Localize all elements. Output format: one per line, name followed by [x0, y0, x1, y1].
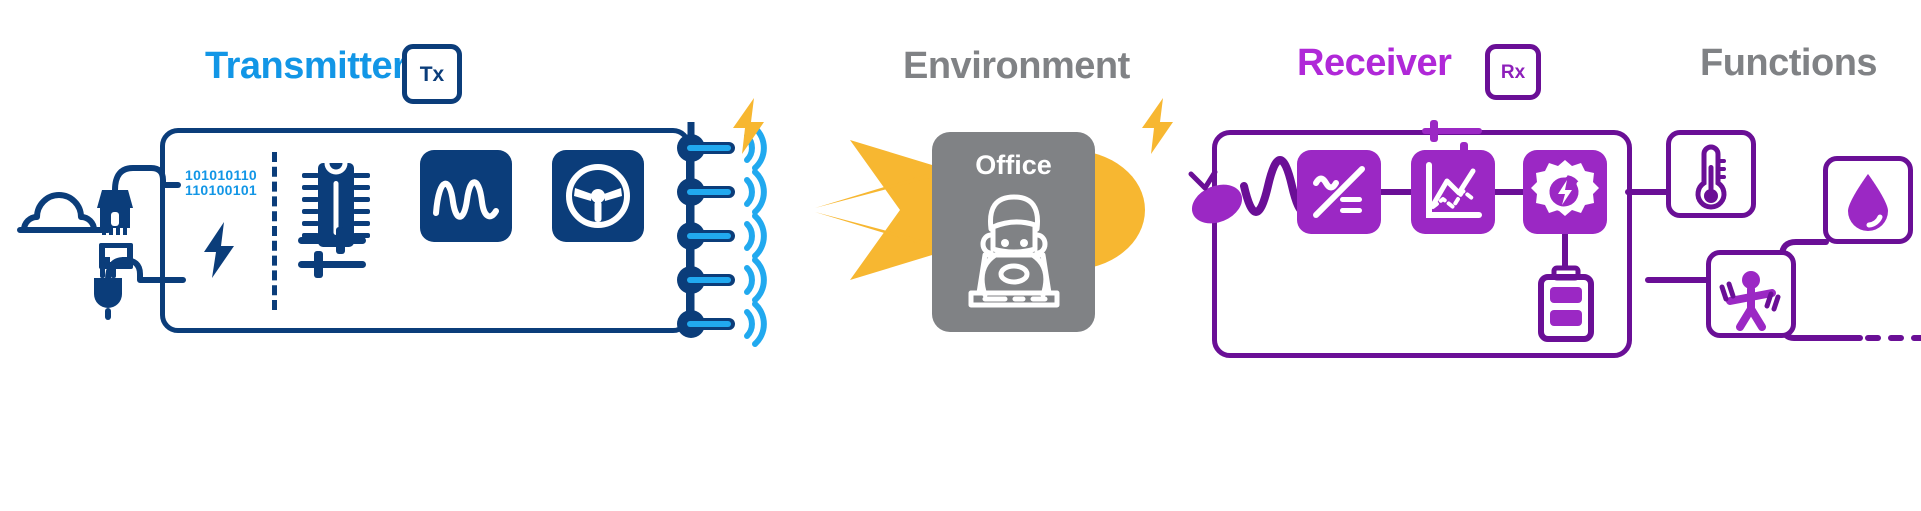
rx-badge-label: Rx — [1500, 61, 1526, 83]
steering-wheel-icon — [566, 164, 630, 228]
line-chart-icon — [1426, 162, 1482, 218]
gear-to-battery-link — [1562, 234, 1568, 268]
ac-dc-converter-icon — [1313, 166, 1365, 218]
tx-badge-label: Tx — [419, 62, 445, 86]
chart-to-gear-link — [1495, 189, 1523, 195]
converter-to-chart-link — [1381, 189, 1411, 195]
office-card: Office — [932, 132, 1095, 332]
ethernet-plug-icon — [97, 190, 133, 235]
power-plug-wiring — [94, 257, 186, 320]
rx-badge: Rx — [1485, 44, 1541, 100]
binary-line-2: 110100101 — [185, 182, 258, 198]
motion-function-box — [1706, 250, 1796, 338]
waveform-icon — [433, 179, 499, 220]
line-chart-tile — [1411, 150, 1495, 234]
binary-line-1: 101010110 — [185, 167, 258, 183]
transmitter-internal-divider — [272, 152, 277, 310]
thermometer-function-box — [1666, 130, 1756, 218]
water-drop-icon — [1848, 174, 1888, 231]
power-management-tile — [1523, 150, 1607, 234]
functions-heading: Functions — [1700, 42, 1878, 84]
environment-heading: Environment — [903, 45, 1130, 87]
wireless-power-diagram: Transmitter Tx Environment Receiver Rx F… — [0, 0, 1921, 511]
ac-dc-converter-tile — [1297, 150, 1381, 234]
binary-data-block: 101010110 110100101 — [185, 168, 257, 198]
cloud-icon — [17, 192, 97, 233]
steering-wheel-tile — [552, 150, 644, 242]
waveform-tile — [420, 150, 512, 242]
sliders-icon — [298, 227, 366, 278]
tx-badge: Tx — [402, 44, 462, 104]
person-laptop-icon — [968, 194, 1059, 308]
transmitter-heading: Transmitter — [205, 45, 407, 87]
motion-person-icon — [1719, 271, 1781, 331]
battery-icon — [1538, 265, 1594, 342]
transmitter-power-bolt-icon — [204, 222, 234, 278]
gear-power-icon — [1531, 160, 1599, 216]
rx-wireless-power-bolt-icon — [1142, 98, 1173, 154]
receiver-heading: Receiver — [1297, 42, 1452, 84]
office-label: Office — [975, 150, 1052, 180]
thermometer-icon — [1695, 144, 1727, 210]
humidity-function-box — [1823, 156, 1913, 244]
